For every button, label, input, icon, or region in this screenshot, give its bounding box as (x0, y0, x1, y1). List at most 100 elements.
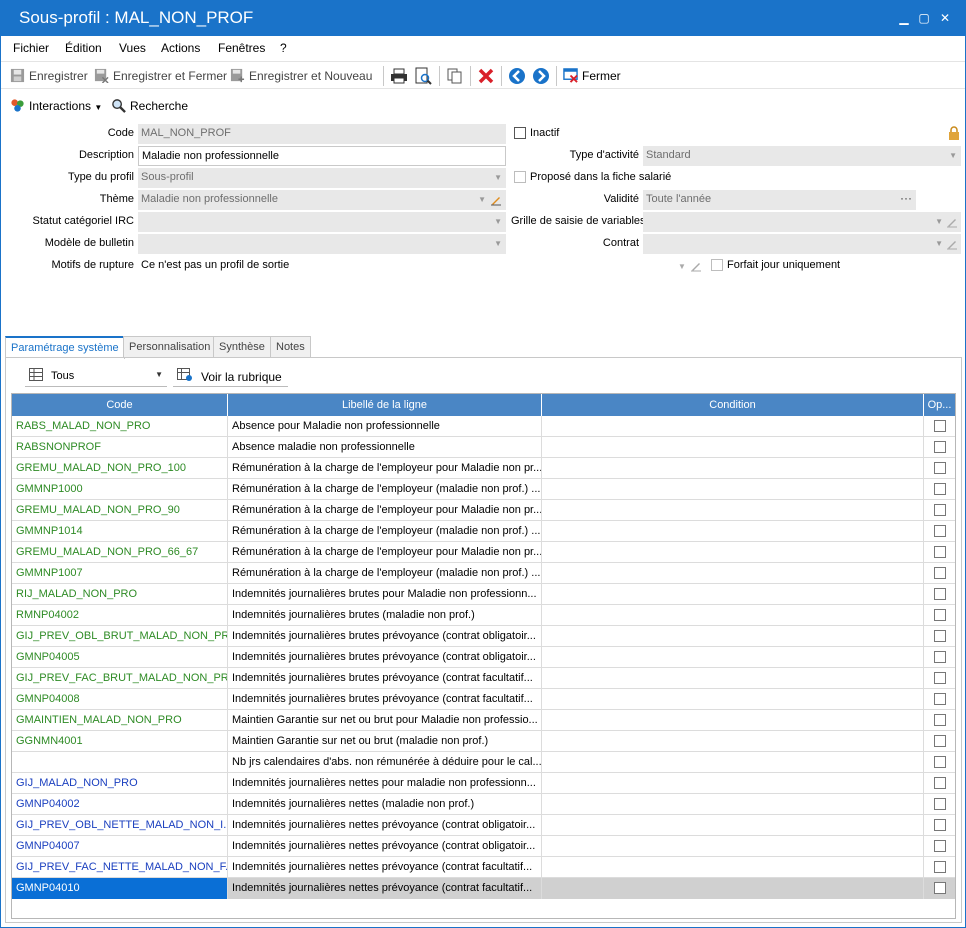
row-condition[interactable] (542, 416, 924, 437)
row-op-checkbox[interactable] (934, 735, 946, 747)
row-op-checkbox[interactable] (934, 567, 946, 579)
table-row[interactable]: GMNP04005 Indemnités journalières brutes … (12, 647, 955, 668)
col-header-libelle[interactable]: Libellé de la ligne (228, 394, 542, 416)
print-preview-icon[interactable] (414, 67, 432, 85)
table-row[interactable]: GMAINTIEN_MALAD_NON_PRO Maintien Garantie… (12, 710, 955, 731)
chevron-down-icon[interactable]: ▼ (678, 262, 686, 271)
row-op-checkbox[interactable] (934, 441, 946, 453)
row-op-checkbox[interactable] (934, 483, 946, 495)
row-op-checkbox[interactable] (934, 756, 946, 768)
type-profil-select[interactable]: Sous-profil ▼ (138, 168, 506, 188)
row-op-checkbox[interactable] (934, 504, 946, 516)
row-op-checkbox[interactable] (934, 525, 946, 537)
table-row[interactable]: GREMU_MALAD_NON_PRO_100 Rémunération à la… (12, 458, 955, 479)
voir-rubrique-button[interactable]: Voir la rubrique (173, 365, 288, 387)
row-op-checkbox[interactable] (934, 882, 946, 894)
copy-icon[interactable] (446, 67, 464, 85)
row-condition[interactable] (542, 542, 924, 563)
table-row[interactable]: GIJ_PREV_FAC_BRUT_MALAD_NON_PRO Indemnité… (12, 668, 955, 689)
grille-select[interactable]: ▼ (643, 212, 961, 232)
row-op-checkbox[interactable] (934, 714, 946, 726)
row-op-checkbox[interactable] (934, 861, 946, 873)
row-condition[interactable] (542, 773, 924, 794)
table-row[interactable]: GREMU_MALAD_NON_PRO_90 Rémunération à la … (12, 500, 955, 521)
table-row[interactable]: Nb jrs calendaires d'abs. non rémunérée … (12, 752, 955, 773)
statut-select[interactable]: ▼ (138, 212, 506, 232)
table-row[interactable]: GIJ_PREV_OBL_BRUT_MALAD_NON_PRO Indemnité… (12, 626, 955, 647)
table-row[interactable]: GMNP04002 Indemnités journalières nettes … (12, 794, 955, 815)
row-op-checkbox[interactable] (934, 693, 946, 705)
row-op-checkbox[interactable] (934, 798, 946, 810)
col-header-code[interactable]: Code (12, 394, 228, 416)
row-condition[interactable] (542, 605, 924, 626)
interactions-button[interactable]: Interactions ▼ (10, 98, 102, 113)
menu-vues[interactable]: Vues (119, 41, 146, 55)
save-close-button[interactable]: Enregistrer et Fermer (94, 68, 227, 83)
edit-icon[interactable] (946, 216, 958, 228)
table-row[interactable]: RABSNONPROF Absence maladie non professio… (12, 437, 955, 458)
table-row[interactable]: GIJ_PREV_FAC_NETTE_MALAD_NON_F... Indemni… (12, 857, 955, 878)
col-header-op[interactable]: Op... (924, 394, 955, 416)
table-row[interactable]: GMNP04010 Indemnités journalières nettes … (12, 878, 955, 899)
tab-synthese[interactable]: Synthèse (213, 336, 271, 358)
table-row[interactable]: GMMNP1007 Rémunération à la charge de l'e… (12, 563, 955, 584)
row-op-checkbox[interactable] (934, 672, 946, 684)
table-row[interactable]: GMMNP1014 Rémunération à la charge de l'e… (12, 521, 955, 542)
propose-checkbox[interactable] (514, 171, 526, 183)
table-row[interactable]: RMNP04002 Indemnités journalières brutes … (12, 605, 955, 626)
table-row[interactable]: GMNP04008 Indemnités journalières brutes … (12, 689, 955, 710)
next-icon[interactable] (532, 67, 550, 85)
print-icon[interactable] (390, 67, 408, 85)
close-button[interactable]: Fermer (563, 68, 621, 83)
row-condition[interactable] (542, 437, 924, 458)
table-row[interactable]: GIJ_PREV_OBL_NETTE_MALAD_NON_I... Indemni… (12, 815, 955, 836)
menu-help[interactable]: ? (280, 41, 287, 55)
maximize-button[interactable]: ▢ (916, 10, 932, 26)
row-condition[interactable] (542, 710, 924, 731)
more-button[interactable]: ··· (900, 191, 912, 205)
tab-personnalisation[interactable]: Personnalisation (123, 336, 217, 358)
tab-parametrage[interactable]: Paramétrage système (5, 336, 125, 359)
description-field[interactable]: Maladie non professionnelle (138, 146, 506, 166)
row-condition[interactable] (542, 731, 924, 752)
search-button[interactable]: Recherche (111, 98, 188, 113)
row-op-checkbox[interactable] (934, 546, 946, 558)
previous-icon[interactable] (508, 67, 526, 85)
forfait-checkbox[interactable] (711, 259, 723, 271)
row-condition[interactable] (542, 689, 924, 710)
table-row[interactable]: GREMU_MALAD_NON_PRO_66_67 Rémunération à … (12, 542, 955, 563)
save-button[interactable]: Enregistrer (10, 68, 88, 83)
row-condition[interactable] (542, 794, 924, 815)
row-condition[interactable] (542, 479, 924, 500)
row-condition[interactable] (542, 815, 924, 836)
validite-field[interactable]: Toute l'année ··· (643, 190, 916, 210)
edit-icon[interactable] (490, 194, 502, 206)
row-op-checkbox[interactable] (934, 420, 946, 432)
table-row[interactable]: GMMNP1000 Rémunération à la charge de l'e… (12, 479, 955, 500)
row-condition[interactable] (542, 521, 924, 542)
row-condition[interactable] (542, 563, 924, 584)
inactif-checkbox[interactable] (514, 127, 526, 139)
row-condition[interactable] (542, 878, 924, 899)
row-condition[interactable] (542, 626, 924, 647)
filter-select[interactable]: Tous ▼ (25, 365, 167, 387)
row-op-checkbox[interactable] (934, 840, 946, 852)
row-condition[interactable] (542, 458, 924, 479)
row-op-checkbox[interactable] (934, 651, 946, 663)
row-condition[interactable] (542, 647, 924, 668)
close-window-button[interactable]: ✕ (937, 10, 953, 26)
row-op-checkbox[interactable] (934, 588, 946, 600)
table-row[interactable]: GGNMN4001 Maintien Garantie sur net ou br… (12, 731, 955, 752)
row-op-checkbox[interactable] (934, 609, 946, 621)
type-activite-select[interactable]: Standard ▼ (643, 146, 961, 166)
minimize-button[interactable]: ▁ (896, 10, 912, 26)
col-header-condition[interactable]: Condition (542, 394, 924, 416)
table-row[interactable]: GIJ_MALAD_NON_PRO Indemnités journalières… (12, 773, 955, 794)
menu-edition[interactable]: Édition (65, 41, 102, 55)
row-condition[interactable] (542, 668, 924, 689)
table-row[interactable]: GMNP04007 Indemnités journalières nettes … (12, 836, 955, 857)
table-row[interactable]: RIJ_MALAD_NON_PRO Indemnités journalières… (12, 584, 955, 605)
edit-icon[interactable] (690, 260, 702, 272)
theme-select[interactable]: Maladie non professionnelle ▼ (138, 190, 506, 210)
table-row[interactable]: RABS_MALAD_NON_PRO Absence pour Maladie n… (12, 416, 955, 437)
